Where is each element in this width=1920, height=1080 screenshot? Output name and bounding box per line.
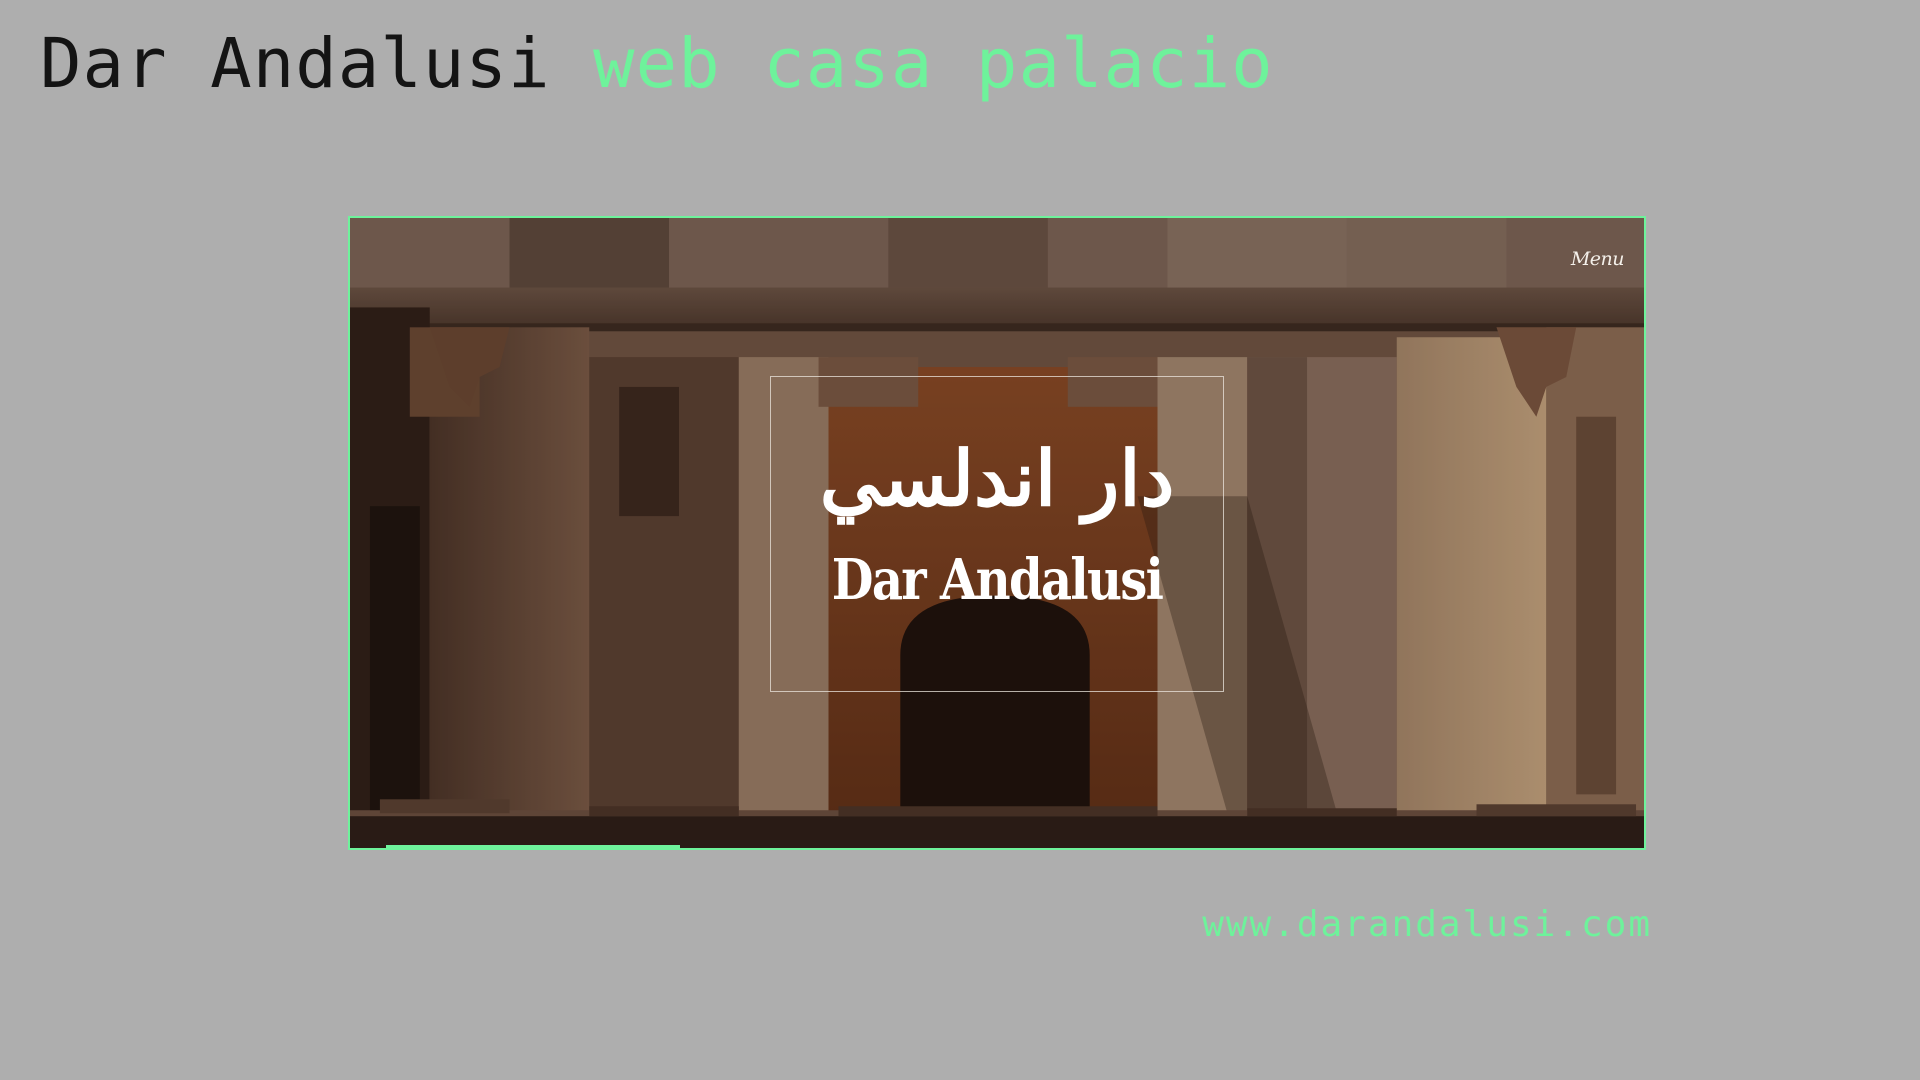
site-logo-arabic: دار اندلسي [819, 434, 1175, 523]
website-url[interactable]: www.darandalusi.com [1202, 904, 1652, 945]
page-title-main: Dar Andalusi [40, 24, 551, 104]
page-title: Dar Andalusi web casa palacio [40, 22, 1274, 106]
menu-link[interactable]: Menu [1571, 248, 1625, 270]
site-logo-frame: دار اندلسي Dar Andalusi [770, 376, 1224, 692]
site-logo-latin: Dar Andalusi [831, 547, 1164, 613]
website-preview-frame: Menu دار اندلسي Dar Andalusi [348, 216, 1646, 850]
page-title-accent: web casa palacio [593, 24, 1274, 104]
scroll-progress-bar [386, 845, 680, 848]
